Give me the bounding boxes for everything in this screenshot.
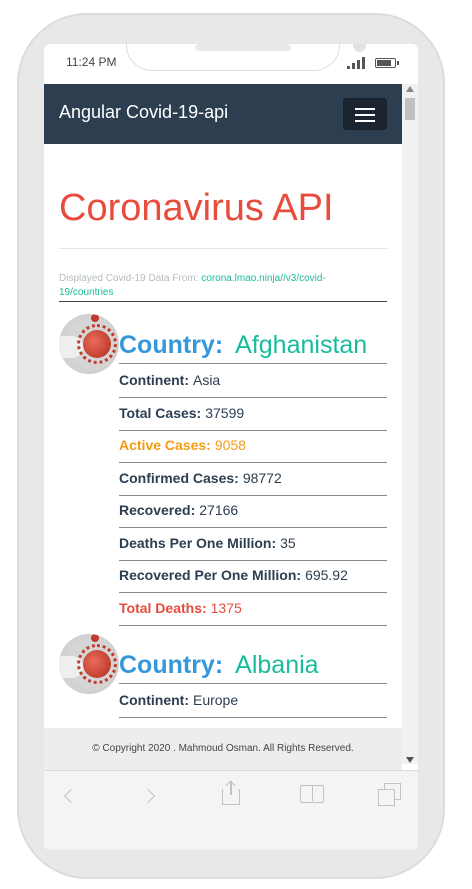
stat-value: 1375 — [210, 600, 242, 616]
stat-deaths-per-million: Deaths Per One Million: 35 — [119, 528, 387, 561]
share-icon[interactable] — [222, 780, 240, 805]
scroll-thumb[interactable] — [405, 98, 415, 120]
stat-label: Recovered: — [119, 502, 196, 518]
navbar: Angular Covid-19-api — [44, 84, 402, 144]
main-content: Coronavirus API Displayed Covid-19 Data … — [44, 144, 402, 728]
scroll-down-arrow-icon[interactable] — [406, 757, 414, 763]
stat-value: 37599 — [205, 405, 245, 421]
virus-image — [59, 634, 119, 694]
virus-image — [59, 314, 119, 374]
divider — [59, 248, 387, 249]
phone-screen: 11:24 PM Angular Covid-19-api Coronaviru… — [44, 44, 418, 850]
stat-total-deaths: Total Deaths: 1375 — [119, 593, 387, 626]
stat-label: Deaths Per One Million: — [119, 535, 277, 551]
country-name: Albania — [235, 651, 319, 679]
copyright-text: © Copyright 2020 . Mahmoud Osman. All Ri… — [92, 743, 354, 754]
stat-label: Recovered Per One Million: — [119, 567, 302, 583]
stat-active-cases: Active Cases: 9058 — [119, 430, 387, 463]
stat-value: 9058 — [214, 437, 246, 453]
tabs-icon[interactable] — [378, 783, 402, 807]
notch — [126, 44, 366, 71]
stat-recovered-per-million: Recovered Per One Million: 695.92 — [119, 560, 387, 593]
country-label: Country: — [119, 331, 224, 359]
scroll-up-arrow-icon[interactable] — [406, 86, 414, 92]
stat-total-cases: Total Cases: 37599 — [119, 398, 387, 431]
forward-arrow-icon[interactable] — [140, 788, 156, 804]
stat-value: 695.92 — [305, 567, 348, 583]
signal-icon — [347, 57, 367, 69]
stat-recovered: Recovered: 27166 — [119, 495, 387, 528]
stat-label: Active Cases: — [119, 437, 211, 453]
stat-value: Europe — [192, 692, 239, 708]
country-name: Afghanistan — [235, 331, 368, 359]
stat-value: 98772 — [242, 470, 282, 486]
data-source: Displayed Covid-19 Data From: corona.lma… — [59, 272, 359, 300]
navbar-brand[interactable]: Angular Covid-19-api — [59, 102, 228, 123]
stat-confirmed-cases: Confirmed Cases: 98772 — [119, 463, 387, 496]
hamburger-menu-icon[interactable] — [343, 98, 387, 130]
camera — [353, 44, 366, 52]
stat-value: 27166 — [199, 502, 239, 518]
country-label: Country: — [119, 651, 224, 679]
bookmarks-icon[interactable] — [300, 785, 324, 803]
speaker — [195, 44, 291, 51]
footer: © Copyright 2020 . Mahmoud Osman. All Ri… — [44, 728, 402, 770]
stat-label: Continent: — [119, 692, 189, 708]
country-heading: Country: Albania — [119, 651, 387, 684]
stat-value: Asia — [192, 372, 221, 388]
stat-label: Confirmed Cases: — [119, 470, 239, 486]
country-heading: Country: Afghanistan — [119, 331, 387, 364]
back-arrow-icon[interactable] — [63, 788, 79, 804]
page-title: Coronavirus API — [59, 187, 334, 229]
battery-icon — [375, 58, 399, 68]
stat-continent: Continent: Asia — [119, 365, 387, 398]
divider — [59, 301, 387, 302]
stat-label: Total Deaths: — [119, 600, 207, 616]
scrollbar[interactable] — [402, 84, 418, 764]
stat-value: 35 — [280, 535, 296, 551]
source-prefix: Displayed Covid-19 Data From: — [59, 273, 199, 284]
stat-label: Continent: — [119, 372, 189, 388]
browser-toolbar — [44, 770, 418, 850]
stat-continent: Continent: Europe — [119, 685, 387, 718]
status-time: 11:24 PM — [66, 55, 117, 69]
status-bar: 11:24 PM — [44, 44, 418, 84]
stat-label: Total Cases: — [119, 405, 202, 421]
